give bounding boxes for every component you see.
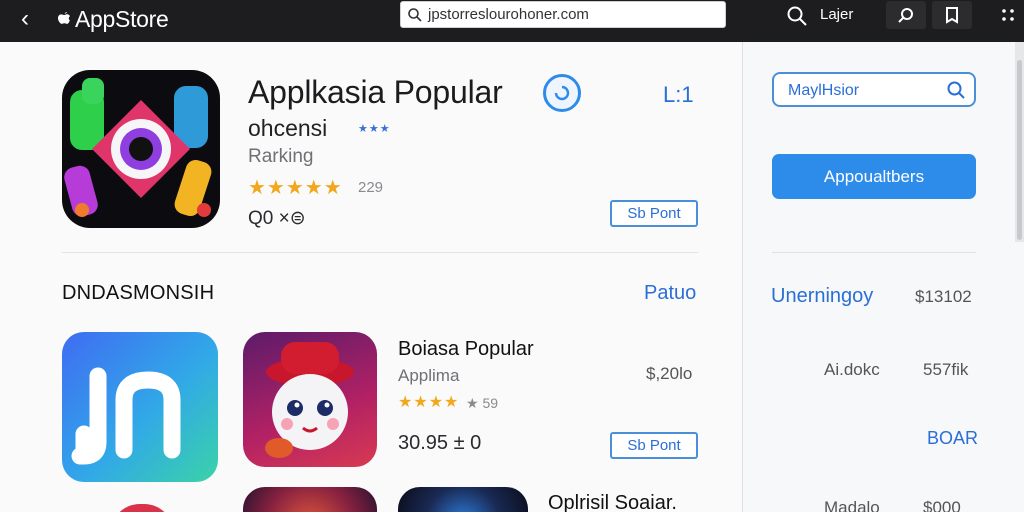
section-divider — [62, 252, 698, 253]
bookmark-icon — [946, 7, 958, 24]
sidebar-row-value: $13102 — [915, 287, 972, 306]
row-app-subtitle: Applima — [398, 366, 460, 385]
share-button[interactable] — [932, 1, 972, 29]
search-icon — [408, 7, 422, 22]
sidebar-row-value[interactable]: BOAR — [927, 428, 978, 449]
top-bar: ‹ AppStore jpstorreslourohoner.com Lajer — [0, 0, 1024, 42]
apple-logo-icon — [58, 12, 70, 24]
app-letter-icon — [71, 367, 181, 465]
sidebar-search-field[interactable]: MaylHsior — [772, 72, 976, 107]
top-label[interactable]: Lajer — [820, 6, 853, 23]
search-icon[interactable] — [786, 5, 808, 27]
row-rating-count: ★ 59 — [466, 395, 499, 411]
section-title: DNDASMONSIH — [62, 282, 215, 304]
refresh-badge-icon[interactable] — [543, 74, 581, 112]
featured-subtitle-badge: ★★★ — [358, 123, 391, 135]
sidebar-row-label[interactable]: Unerningoy — [771, 285, 873, 308]
app-tile-blue[interactable] — [62, 332, 218, 482]
refresh-arc-icon — [554, 85, 570, 101]
search-icon[interactable] — [946, 80, 966, 100]
app-store-title: AppStore — [75, 5, 169, 32]
right-sidebar: MaylHsior Appoualtbers Unerningoy $13102… — [742, 42, 1024, 512]
app-tile-partial-red[interactable] — [110, 504, 174, 512]
app-tile-partial-orange[interactable] — [243, 487, 377, 512]
more-dots-icon[interactable] — [998, 5, 1018, 25]
featured-star-rating: ★★★★★ — [248, 177, 343, 199]
url-field[interactable]: jpstorreslourohoner.com — [400, 1, 726, 28]
row-star-rating: ★★★★ — [398, 394, 460, 411]
sidebar-divider — [772, 252, 976, 253]
app-store-logo[interactable]: AppStore — [54, 4, 169, 34]
search-tool-button[interactable] — [886, 1, 926, 29]
featured-get-button[interactable]: Sb Pont — [610, 200, 698, 227]
featured-app-title[interactable]: Applkasia Popular — [248, 74, 503, 111]
featured-ratio: L:1 — [663, 82, 694, 107]
row-amount: $,20lo — [646, 364, 693, 383]
row-price: 30.95 ± 0 — [398, 432, 482, 454]
app-tile-character[interactable] — [243, 332, 377, 467]
url-text: jpstorreslourohoner.com — [428, 6, 589, 23]
sidebar-row-label[interactable]: Madalo — [824, 498, 880, 512]
back-chevron-icon[interactable]: ‹ — [12, 5, 38, 33]
next-app-title[interactable]: Oplrisil Soaiar. — [548, 492, 677, 512]
character-face-icon — [265, 342, 354, 458]
scrollbar-thumb[interactable] — [1017, 60, 1022, 240]
sidebar-primary-button[interactable]: Appoualtbers — [772, 154, 976, 199]
featured-app-artwork — [64, 78, 212, 217]
featured-rating-count: 229 — [358, 179, 384, 196]
magnifier-icon — [898, 8, 913, 23]
row-app-title[interactable]: Boiasa Popular — [398, 338, 534, 361]
sidebar-search-placeholder: MaylHsior — [788, 82, 860, 99]
row-get-button[interactable]: Sb Pont — [610, 432, 698, 459]
featured-app-category: Rarking — [248, 146, 314, 167]
featured-app-icon[interactable] — [62, 70, 220, 228]
sidebar-row-value: $000 — [923, 498, 961, 512]
sidebar-row-label[interactable]: Ai.dokc — [824, 360, 880, 380]
main-panel: Applkasia Popular ohcensi ★★★ Rarking ★★… — [0, 42, 742, 512]
sidebar-row-value: 557fik — [923, 360, 969, 379]
featured-app-subtitle: ohcensi — [248, 115, 328, 141]
app-tile-partial-dark[interactable] — [398, 487, 528, 512]
section-see-all-link[interactable]: Patuo — [644, 282, 696, 305]
featured-price: Q0 ×⊜ — [248, 208, 306, 229]
